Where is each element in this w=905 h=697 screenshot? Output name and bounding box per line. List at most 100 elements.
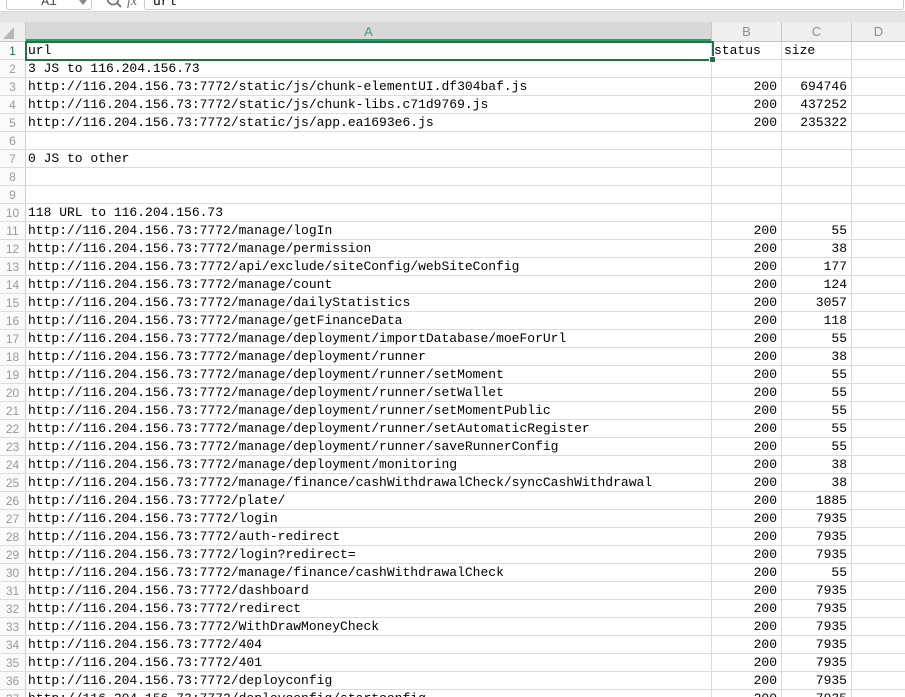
cell-d[interactable] (852, 132, 905, 149)
cell-size[interactable]: 124 (782, 276, 852, 293)
cell-status[interactable]: 200 (712, 420, 782, 437)
cell-size[interactable]: 7935 (782, 528, 852, 545)
cell-url[interactable]: http://116.204.156.73:7772/WithDrawMoney… (26, 618, 712, 635)
cell-d[interactable] (852, 42, 905, 59)
row-header[interactable]: 34 (0, 636, 26, 653)
cell-d[interactable] (852, 564, 905, 581)
cell-status[interactable] (712, 60, 782, 77)
cell-url[interactable]: http://116.204.156.73:7772/static/js/chu… (26, 78, 712, 95)
cell-url[interactable]: http://116.204.156.73:7772/manage/getFin… (26, 312, 712, 329)
cell-d[interactable] (852, 600, 905, 617)
cell-d[interactable] (852, 402, 905, 419)
cell-url[interactable]: http://116.204.156.73:7772/deployconfig (26, 672, 712, 689)
cell-size[interactable]: 437252 (782, 96, 852, 113)
row-header[interactable]: 16 (0, 312, 26, 329)
cell-status[interactable]: status (712, 42, 782, 59)
column-header-d[interactable]: D (852, 22, 905, 41)
cell-url[interactable]: http://116.204.156.73:7772/static/js/chu… (26, 96, 712, 113)
cell-size[interactable]: 7935 (782, 582, 852, 599)
cell-d[interactable] (852, 168, 905, 185)
row-header[interactable]: 27 (0, 510, 26, 527)
cell-url[interactable]: http://116.204.156.73:7772/manage/deploy… (26, 438, 712, 455)
cell-url[interactable]: http://116.204.156.73:7772/login (26, 510, 712, 527)
cell-status[interactable]: 200 (712, 348, 782, 365)
cell-size[interactable]: 55 (782, 330, 852, 347)
cell-url[interactable]: http://116.204.156.73:7772/api/exclude/s… (26, 258, 712, 275)
row-header[interactable]: 37 (0, 690, 26, 697)
cell-d[interactable] (852, 150, 905, 167)
row-header[interactable]: 17 (0, 330, 26, 347)
cell-status[interactable]: 200 (712, 96, 782, 113)
cell-status[interactable] (712, 150, 782, 167)
cell-url[interactable]: http://116.204.156.73:7772/deployconfig/… (26, 690, 712, 697)
cell-status[interactable]: 200 (712, 528, 782, 545)
cell-d[interactable] (852, 78, 905, 95)
name-box[interactable]: A1 (6, 0, 92, 10)
cell-size[interactable]: 7935 (782, 510, 852, 527)
cell-size[interactable]: 38 (782, 348, 852, 365)
cell-status[interactable]: 200 (712, 366, 782, 383)
cell-d[interactable] (852, 654, 905, 671)
row-header[interactable]: 2 (0, 60, 26, 77)
row-header[interactable]: 8 (0, 168, 26, 185)
cell-size[interactable]: 7935 (782, 654, 852, 671)
cell-size[interactable]: 55 (782, 438, 852, 455)
cell-url[interactable]: http://116.204.156.73:7772/manage/permis… (26, 240, 712, 257)
cell-size[interactable]: 3057 (782, 294, 852, 311)
row-header[interactable]: 20 (0, 384, 26, 401)
row-header[interactable]: 5 (0, 114, 26, 131)
cell-url[interactable]: url (26, 42, 712, 59)
cell-status[interactable]: 200 (712, 402, 782, 419)
cell-status[interactable]: 200 (712, 636, 782, 653)
row-header[interactable]: 24 (0, 456, 26, 473)
cell-d[interactable] (852, 636, 905, 653)
cell-d[interactable] (852, 510, 905, 527)
select-all-corner[interactable] (0, 22, 26, 41)
cell-status[interactable]: 200 (712, 258, 782, 275)
cell-size[interactable]: 55 (782, 366, 852, 383)
cell-url[interactable]: http://116.204.156.73:7772/manage/dailyS… (26, 294, 712, 311)
row-header[interactable]: 28 (0, 528, 26, 545)
cell-status[interactable]: 200 (712, 600, 782, 617)
column-header-b[interactable]: B (712, 22, 782, 41)
cell-size[interactable]: size (782, 42, 852, 59)
name-box-dropdown-icon[interactable] (79, 0, 87, 5)
column-header-c[interactable]: C (782, 22, 852, 41)
cell-url[interactable]: http://116.204.156.73:7772/plate/ (26, 492, 712, 509)
cell-url[interactable]: http://116.204.156.73:7772/manage/financ… (26, 474, 712, 491)
row-header[interactable]: 4 (0, 96, 26, 113)
row-header[interactable]: 23 (0, 438, 26, 455)
row-header[interactable]: 3 (0, 78, 26, 95)
row-header[interactable]: 13 (0, 258, 26, 275)
cell-d[interactable] (852, 330, 905, 347)
row-header[interactable]: 36 (0, 672, 26, 689)
cell-status[interactable]: 200 (712, 276, 782, 293)
cell-size[interactable]: 177 (782, 258, 852, 275)
cell-url[interactable]: http://116.204.156.73:7772/401 (26, 654, 712, 671)
cell-url[interactable]: http://116.204.156.73:7772/static/js/app… (26, 114, 712, 131)
cell-url[interactable] (26, 132, 712, 149)
cell-size[interactable]: 55 (782, 420, 852, 437)
cell-size[interactable] (782, 60, 852, 77)
cell-status[interactable]: 200 (712, 294, 782, 311)
cell-d[interactable] (852, 222, 905, 239)
cell-d[interactable] (852, 204, 905, 221)
cell-url[interactable]: http://116.204.156.73:7772/manage/deploy… (26, 402, 712, 419)
cell-url[interactable]: http://116.204.156.73:7772/manage/deploy… (26, 348, 712, 365)
cell-size[interactable]: 118 (782, 312, 852, 329)
row-header[interactable]: 10 (0, 204, 26, 221)
cell-size[interactable]: 7935 (782, 636, 852, 653)
cell-size[interactable]: 7935 (782, 618, 852, 635)
cell-size[interactable]: 38 (782, 456, 852, 473)
cell-url[interactable]: http://116.204.156.73:7772/dashboard (26, 582, 712, 599)
cell-d[interactable] (852, 672, 905, 689)
cell-d[interactable] (852, 492, 905, 509)
cell-status[interactable]: 200 (712, 438, 782, 455)
cell-size[interactable]: 55 (782, 222, 852, 239)
cell-size[interactable]: 38 (782, 240, 852, 257)
row-header[interactable]: 14 (0, 276, 26, 293)
cell-status[interactable] (712, 186, 782, 203)
row-header[interactable]: 12 (0, 240, 26, 257)
formula-input[interactable]: url (144, 0, 904, 10)
cell-size[interactable]: 55 (782, 564, 852, 581)
